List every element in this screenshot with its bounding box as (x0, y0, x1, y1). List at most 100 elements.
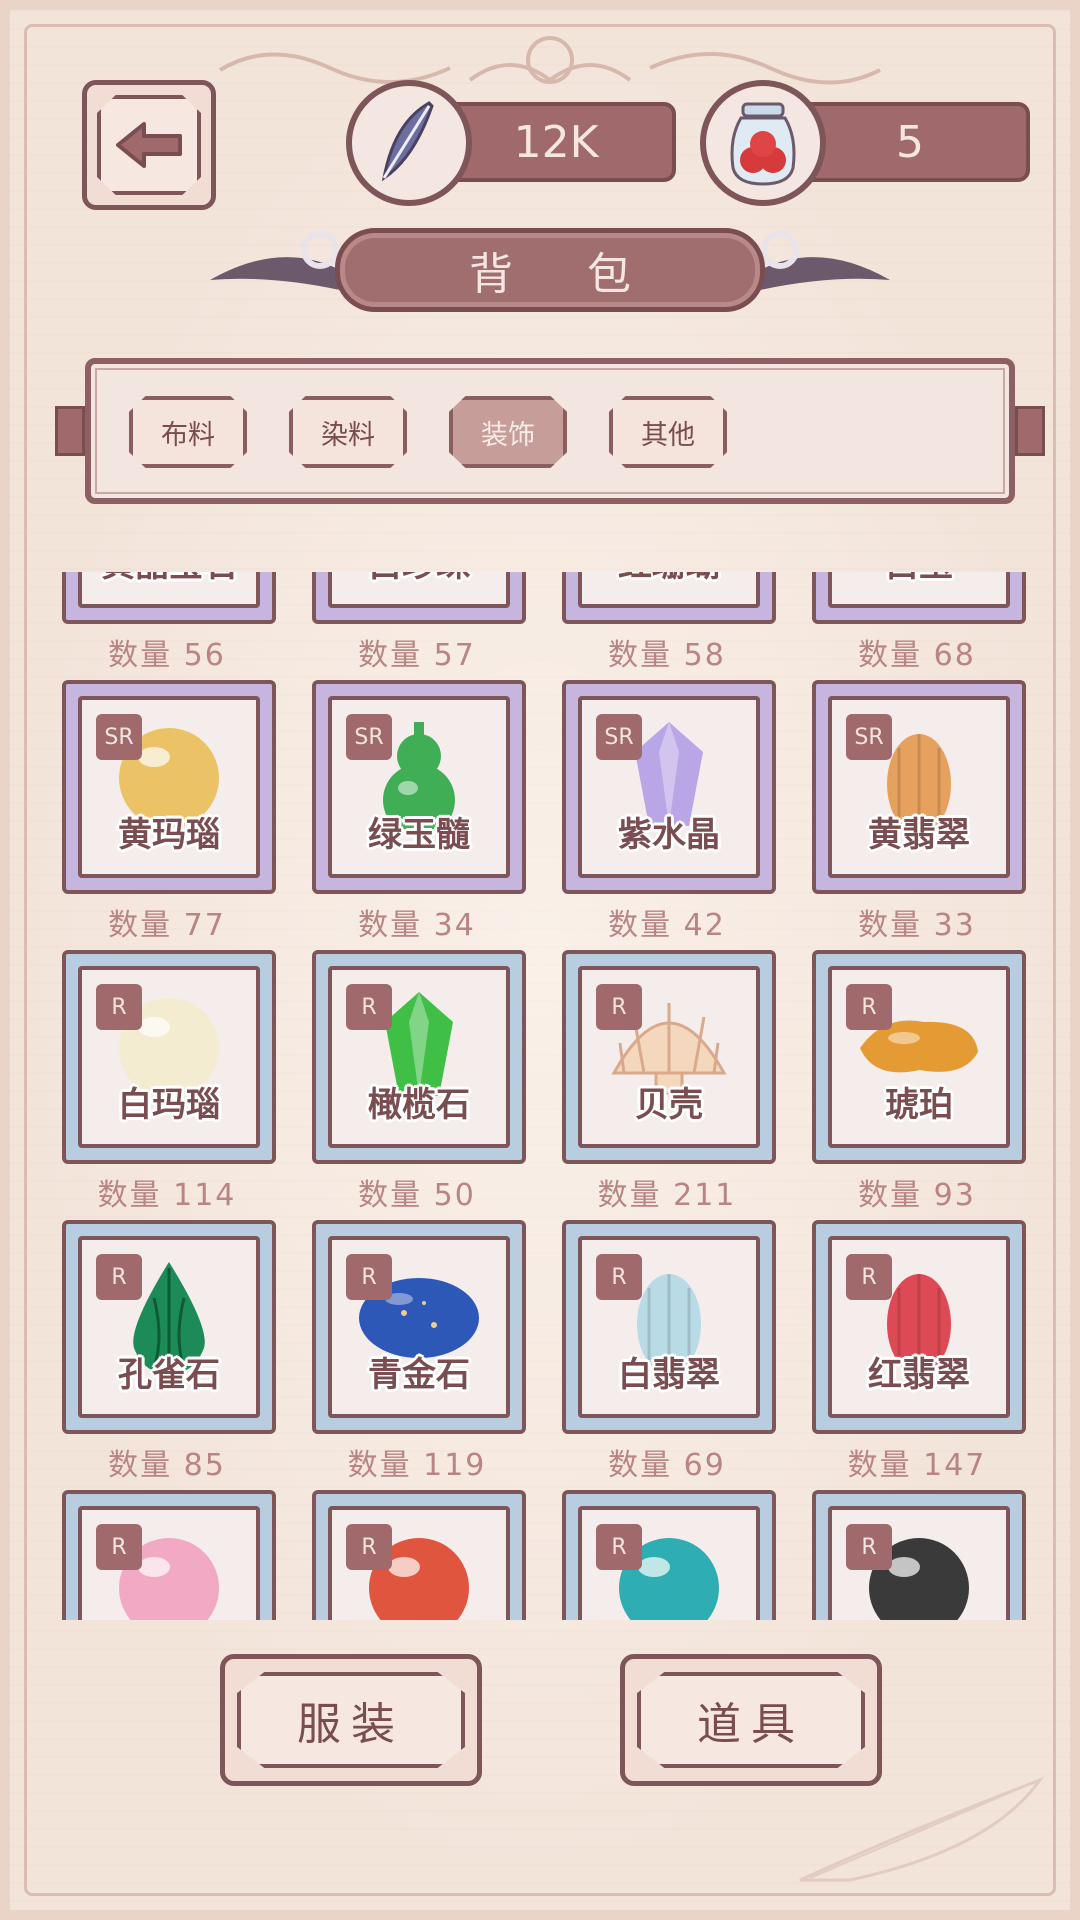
item-card[interactable]: R 贝壳 (562, 950, 776, 1164)
props-button[interactable]: 道具 (620, 1654, 882, 1786)
item-quantity: 数量 68 (858, 638, 976, 673)
item-name: 青金石 (368, 1355, 470, 1395)
item-face: R 贝壳 (578, 966, 760, 1148)
tab-fabric[interactable]: 布料 (129, 396, 247, 468)
item-card[interactable]: SR 黄翡翠 (812, 680, 1026, 894)
rarity-badge: SR (596, 714, 642, 760)
item-name: 贝壳 (635, 1085, 703, 1125)
item-slot[interactable]: R 贝壳 数量 211 (558, 950, 776, 1220)
item-name: 琥珀 (885, 1085, 953, 1125)
item-slot[interactable]: SR 绿玉髓 数量 34 (308, 680, 526, 950)
item-slot[interactable]: SR 黄玛瑙 数量 77 (58, 680, 276, 950)
item-card[interactable]: R 白玛瑙 (62, 950, 276, 1164)
item-card[interactable]: R 琥珀 (812, 950, 1026, 1164)
rarity-badge: R (96, 984, 142, 1030)
item-name: 绿玉髓 (368, 815, 470, 855)
item-slot[interactable]: R (558, 1490, 776, 1620)
item-slot[interactable]: R (58, 1490, 276, 1620)
item-card[interactable]: SR 黄晶宝石 (62, 572, 276, 624)
item-name: 紫水晶 (618, 815, 720, 855)
item-face: R 白翡翠 (578, 1236, 760, 1418)
item-name: 孔雀石 (118, 1355, 220, 1395)
item-slot[interactable]: SR 黄翡翠 数量 33 (808, 680, 1026, 950)
item-name: 白玉 (832, 572, 1006, 586)
item-face: SR 白玉 (828, 572, 1010, 608)
item-slot[interactable]: R 橄榄石 数量 50 (308, 950, 526, 1220)
item-name: 黄玛瑙 (118, 815, 220, 855)
item-slot[interactable]: R 青金石 数量 119 (308, 1220, 526, 1490)
item-name: 黄翡翠 (868, 815, 970, 855)
rarity-badge: R (96, 1254, 142, 1300)
item-slot[interactable]: SR 白玉 数量 68 (808, 572, 1026, 680)
item-slot[interactable]: SR 黄晶宝石 数量 56 (58, 572, 276, 680)
item-card[interactable]: SR 紫水晶 (562, 680, 776, 894)
feather-count: 12K (436, 102, 676, 182)
item-card[interactable]: SR 白玉 (812, 572, 1026, 624)
item-card[interactable]: R 孔雀石 (62, 1220, 276, 1434)
clothing-button-label: 服装 (237, 1672, 465, 1768)
rarity-badge: SR (96, 714, 142, 760)
item-face: R 琥珀 (828, 966, 1010, 1148)
item-card[interactable]: SR 绿玉髓 (312, 680, 526, 894)
item-card[interactable]: R 白翡翠 (562, 1220, 776, 1434)
item-face: R 孔雀石 (78, 1236, 260, 1418)
rarity-badge: R (346, 1524, 392, 1570)
item-card[interactable]: R 红翡翠 (812, 1220, 1026, 1434)
item-name: 白翡翠 (618, 1355, 720, 1395)
item-card[interactable]: R (62, 1490, 276, 1620)
item-quantity: 数量 114 (97, 1178, 237, 1213)
item-slot[interactable]: R (808, 1490, 1026, 1620)
item-card[interactable]: SR 红珊瑚 (562, 572, 776, 624)
item-card[interactable]: R 橄榄石 (312, 950, 526, 1164)
tab-other[interactable]: 其他 (609, 396, 727, 468)
item-slot[interactable]: R 琥珀 数量 93 (808, 950, 1026, 1220)
feather-decoration-icon (799, 1776, 1045, 1882)
item-slot[interactable]: R 白翡翠 数量 69 (558, 1220, 776, 1490)
item-face: R (828, 1506, 1010, 1620)
item-face: SR 绿玉髓 (328, 696, 510, 878)
item-slot[interactable]: SR 白珍珠 数量 57 (308, 572, 526, 680)
item-card[interactable]: R 青金石 (312, 1220, 526, 1434)
tab-dye[interactable]: 染料 (289, 396, 407, 468)
item-quantity: 数量 77 (108, 908, 226, 943)
item-card[interactable]: R (562, 1490, 776, 1620)
clothing-button[interactable]: 服装 (220, 1654, 482, 1786)
rarity-badge: R (596, 1524, 642, 1570)
panel-right-ornament (1015, 406, 1045, 456)
item-face: SR 红珊瑚 (578, 572, 760, 608)
inventory-screen: 12K 5 背 包 布料 染料 装饰 其他 数量 56 数量 57 数量 58 … (0, 0, 1080, 1920)
item-slot[interactable]: R (308, 1490, 526, 1620)
item-slot[interactable]: R 红翡翠 数量 147 (808, 1220, 1026, 1490)
item-slot[interactable]: SR 紫水晶 数量 42 (558, 680, 776, 950)
item-quantity: 数量 57 (358, 638, 476, 673)
item-face: R (578, 1506, 760, 1620)
item-card[interactable]: R (812, 1490, 1026, 1620)
back-button[interactable] (82, 80, 216, 210)
item-slot[interactable]: SR 红珊瑚 数量 58 (558, 572, 776, 680)
rarity-badge: R (846, 984, 892, 1030)
item-card[interactable]: SR 白珍珠 (312, 572, 526, 624)
item-name: 红珊瑚 (582, 572, 756, 586)
title-banner: 背 包 (200, 220, 900, 320)
arrow-left-icon (116, 122, 182, 168)
item-face: R (328, 1506, 510, 1620)
tab-decoration[interactable]: 装饰 (449, 396, 567, 468)
rarity-badge: R (846, 1254, 892, 1300)
item-name: 橄榄石 (368, 1085, 470, 1125)
item-quantity: 数量 147 (847, 1448, 987, 1483)
currency-jar: 5 (700, 80, 1040, 206)
rarity-badge: R (596, 984, 642, 1030)
rarity-badge: SR (346, 714, 392, 760)
item-card[interactable]: R (312, 1490, 526, 1620)
item-slot[interactable]: R 孔雀石 数量 85 (58, 1220, 276, 1490)
item-face: R (78, 1506, 260, 1620)
item-slot[interactable]: R 白玛瑙 数量 114 (58, 950, 276, 1220)
item-grid-scroll[interactable]: SR 黄晶宝石 数量 56 SR 白珍珠 数量 57 SR 红珊瑚 (58, 572, 1042, 1620)
rarity-badge: R (96, 1524, 142, 1570)
rarity-badge: R (346, 1254, 392, 1300)
item-face: R 红翡翠 (828, 1236, 1010, 1418)
item-name: 黄晶宝石 (82, 572, 256, 586)
item-card[interactable]: SR 黄玛瑙 (62, 680, 276, 894)
item-face: SR 白珍珠 (328, 572, 510, 608)
item-face: SR 黄晶宝石 (78, 572, 260, 608)
